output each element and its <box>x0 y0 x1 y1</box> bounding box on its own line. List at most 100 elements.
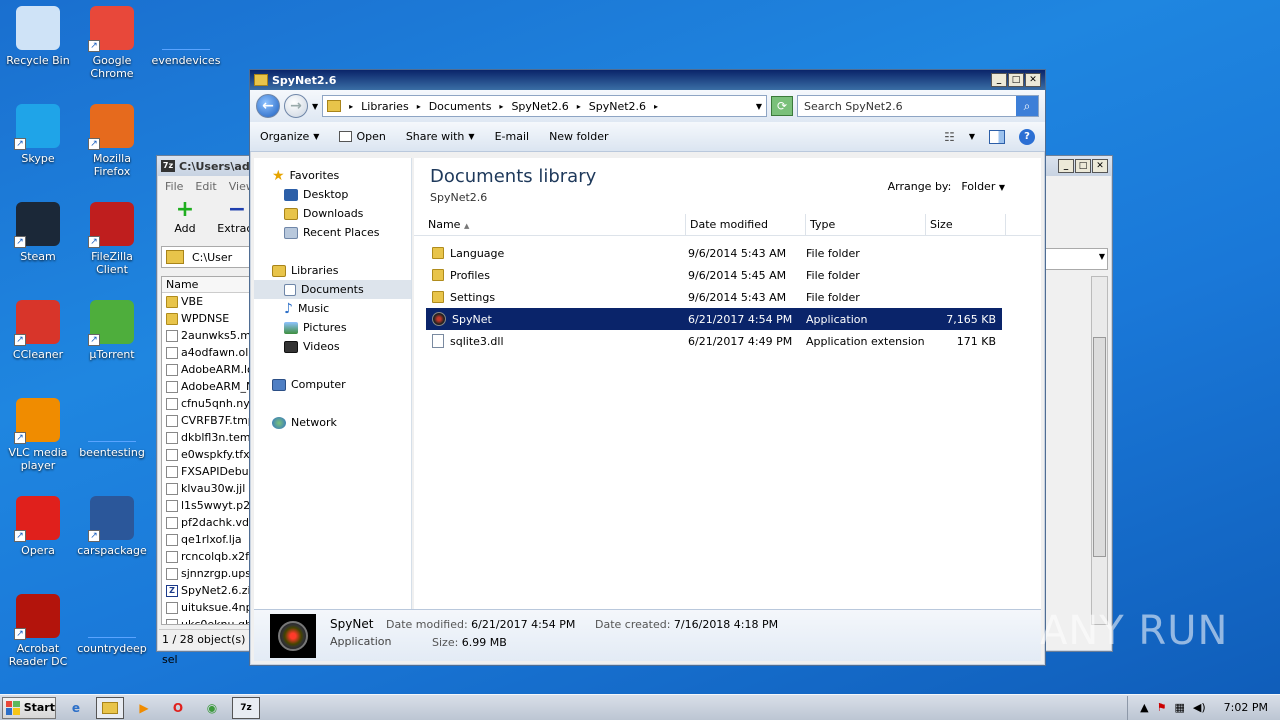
list-item[interactable]: 2aunwks5.mxd <box>162 327 250 344</box>
explorer-titlebar[interactable]: SpyNet2.6 _ □ ✕ <box>250 70 1045 90</box>
clock[interactable]: 7:02 PM <box>1224 701 1268 714</box>
breadcrumb-separator-icon[interactable]: ▸ <box>654 102 658 111</box>
nav-downloads[interactable]: Downloads <box>254 204 411 223</box>
list-item[interactable]: cfnu5qnh.nye <box>162 395 250 412</box>
scrollbar-thumb[interactable] <box>1093 337 1106 557</box>
breadcrumb-separator-icon[interactable]: ▸ <box>577 102 581 111</box>
share-with-button[interactable]: Share with ▼ <box>406 130 475 143</box>
recent-pages-chevron-icon[interactable]: ▼ <box>312 102 318 111</box>
column-date[interactable]: Date modified <box>686 214 806 235</box>
back-button[interactable]: ← <box>256 94 280 118</box>
7zip-scrollbar[interactable] <box>1091 276 1108 625</box>
refresh-button[interactable]: ⟳ <box>771 96 793 116</box>
taskbar-chrome-icon[interactable]: ◉ <box>198 697 226 719</box>
breadcrumb-separator-icon[interactable]: ▸ <box>349 102 353 111</box>
nav-libraries[interactable]: Libraries <box>254 261 411 280</box>
organize-button[interactable]: Organize ▼ <box>260 130 319 143</box>
7zip-name-column[interactable]: Name <box>162 277 250 293</box>
desktop-icon-recycle-bin[interactable]: Recycle Bin <box>0 6 76 67</box>
list-item[interactable]: WPDNSE <box>162 310 250 327</box>
file-row-spynet[interactable]: SpyNet 6/21/2017 4:54 PM Application 7,165 … <box>426 308 1002 330</box>
tray-expand-icon[interactable]: ▲ <box>1140 701 1148 714</box>
list-item[interactable]: pf2dachk.vdn <box>162 514 250 531</box>
list-item[interactable]: rcncolqb.x2f <box>162 548 250 565</box>
desktop-icon-evendevices[interactable]: evendevices <box>148 6 224 67</box>
menu-file[interactable]: File <box>165 180 183 193</box>
column-name[interactable]: Name ▲ <box>414 214 686 235</box>
desktop-icon-carspackage[interactable]: ↗ carspackage <box>74 496 150 557</box>
nav-documents[interactable]: Documents <box>254 280 411 299</box>
list-item[interactable]: sjnnzrgp.ups <box>162 565 250 582</box>
column-size[interactable]: Size <box>926 214 1006 235</box>
taskbar-opera-icon[interactable]: O <box>164 697 192 719</box>
taskbar-ie-icon[interactable]: e <box>62 697 90 719</box>
list-item[interactable]: klvau30w.jjl <box>162 480 250 497</box>
7zip-right-combo[interactable]: ▼ <box>1038 248 1108 270</box>
help-icon[interactable]: ? <box>1019 128 1035 145</box>
address-dropdown-icon[interactable]: ▼ <box>756 102 762 111</box>
breadcrumb-spynet[interactable]: SpyNet2.6 <box>589 100 646 113</box>
search-icon[interactable]: ⌕ <box>1016 96 1038 116</box>
desktop-icon-opera[interactable]: ↗ Opera <box>0 496 76 557</box>
action-center-flag-icon[interactable]: ⚑ <box>1157 701 1167 714</box>
taskbar-explorer-icon[interactable] <box>96 696 124 719</box>
open-button[interactable]: Open <box>339 130 386 143</box>
minimize-button[interactable]: _ <box>991 73 1007 87</box>
breadcrumb-spynet-parent[interactable]: SpyNet2.6 <box>511 100 568 113</box>
search-input[interactable]: Search SpyNet2.6 ⌕ <box>797 95 1039 117</box>
nav-favorites[interactable]: ★ Favorites <box>254 166 411 185</box>
desktop-icon-vlc-media-player[interactable]: ↗ VLC media player <box>0 398 76 472</box>
desktop-icon-filezilla-client[interactable]: ↗ FileZilla Client <box>74 202 150 276</box>
list-item[interactable]: ukc0eknu.gbx <box>162 616 250 624</box>
nav-videos[interactable]: Videos <box>254 337 411 356</box>
taskbar-media-player-icon[interactable]: ▶ <box>130 697 158 719</box>
breadcrumb-separator-icon[interactable]: ▸ <box>499 102 503 111</box>
folder-up-icon[interactable] <box>166 250 184 264</box>
list-item[interactable]: e0wspkfy.tfx <box>162 446 250 463</box>
new-folder-button[interactable]: New folder <box>549 130 608 143</box>
breadcrumb-libraries[interactable]: Libraries <box>361 100 409 113</box>
list-item[interactable]: a4odfawn.olr <box>162 344 250 361</box>
desktop-icon--torrent[interactable]: ↗ µTorrent <box>74 300 150 361</box>
desktop-icon-acrobat-reader-dc[interactable]: ↗ Acrobat Reader DC <box>0 594 76 668</box>
close-button[interactable]: ✕ <box>1092 159 1108 173</box>
close-button[interactable]: ✕ <box>1025 73 1041 87</box>
file-row-profiles[interactable]: Profiles 9/6/2014 5:45 AM File folder <box>426 264 1002 286</box>
list-item[interactable]: CVRFB7F.tmp <box>162 412 250 429</box>
nav-network[interactable]: Network <box>254 413 411 432</box>
nav-pictures[interactable]: Pictures <box>254 318 411 337</box>
forward-button[interactable]: → <box>284 94 308 118</box>
breadcrumb-documents[interactable]: Documents <box>429 100 492 113</box>
desktop-icon-google-chrome[interactable]: ↗ Google Chrome <box>74 6 150 80</box>
list-item[interactable]: Z SpyNet2.6.zip <box>162 582 250 599</box>
email-button[interactable]: E-mail <box>495 130 530 143</box>
list-item[interactable]: AdobeARM_No <box>162 378 250 395</box>
maximize-button[interactable]: □ <box>1075 159 1091 173</box>
maximize-button[interactable]: □ <box>1008 73 1024 87</box>
list-item[interactable]: l1s5wwyt.p2a <box>162 497 250 514</box>
nav-music[interactable]: ♪ Music <box>254 299 411 318</box>
list-item[interactable]: dkblfl3n.tem <box>162 429 250 446</box>
desktop-icon-ccleaner[interactable]: ↗ CCleaner <box>0 300 76 361</box>
arrange-dropdown[interactable]: Folder ▼ <box>961 180 1005 193</box>
desktop-icon-skype[interactable]: ↗ Skype <box>0 104 76 165</box>
minimize-button[interactable]: _ <box>1058 159 1074 173</box>
desktop-icon-countrydeep[interactable]: countrydeep <box>74 594 150 655</box>
desktop-icon-steam[interactable]: ↗ Steam <box>0 202 76 263</box>
taskbar-7zip-icon[interactable]: 7z <box>232 696 260 719</box>
volume-icon[interactable]: ◀) <box>1193 701 1206 714</box>
column-type[interactable]: Type <box>806 214 926 235</box>
menu-edit[interactable]: Edit <box>195 180 216 193</box>
list-item[interactable]: AdobeARM.log <box>162 361 250 378</box>
network-status-icon[interactable]: ▦ <box>1175 701 1185 714</box>
preview-pane-icon[interactable] <box>989 129 1005 144</box>
add-button[interactable]: + Add <box>163 198 207 242</box>
desktop-icon-beentesting[interactable]: beentesting <box>74 398 150 459</box>
nav-desktop[interactable]: Desktop <box>254 185 411 204</box>
address-bar[interactable]: ▸ Libraries ▸ Documents ▸ SpyNet2.6 ▸ Sp… <box>322 95 767 117</box>
views-dropdown-icon[interactable]: ▼ <box>969 132 975 141</box>
file-row-settings[interactable]: Settings 9/6/2014 5:43 AM File folder <box>426 286 1002 308</box>
views-icon[interactable]: ☷ <box>944 130 955 144</box>
breadcrumb-separator-icon[interactable]: ▸ <box>417 102 421 111</box>
file-row-sqlite3-dll[interactable]: sqlite3.dll 6/21/2017 4:49 PM Application … <box>426 330 1002 352</box>
